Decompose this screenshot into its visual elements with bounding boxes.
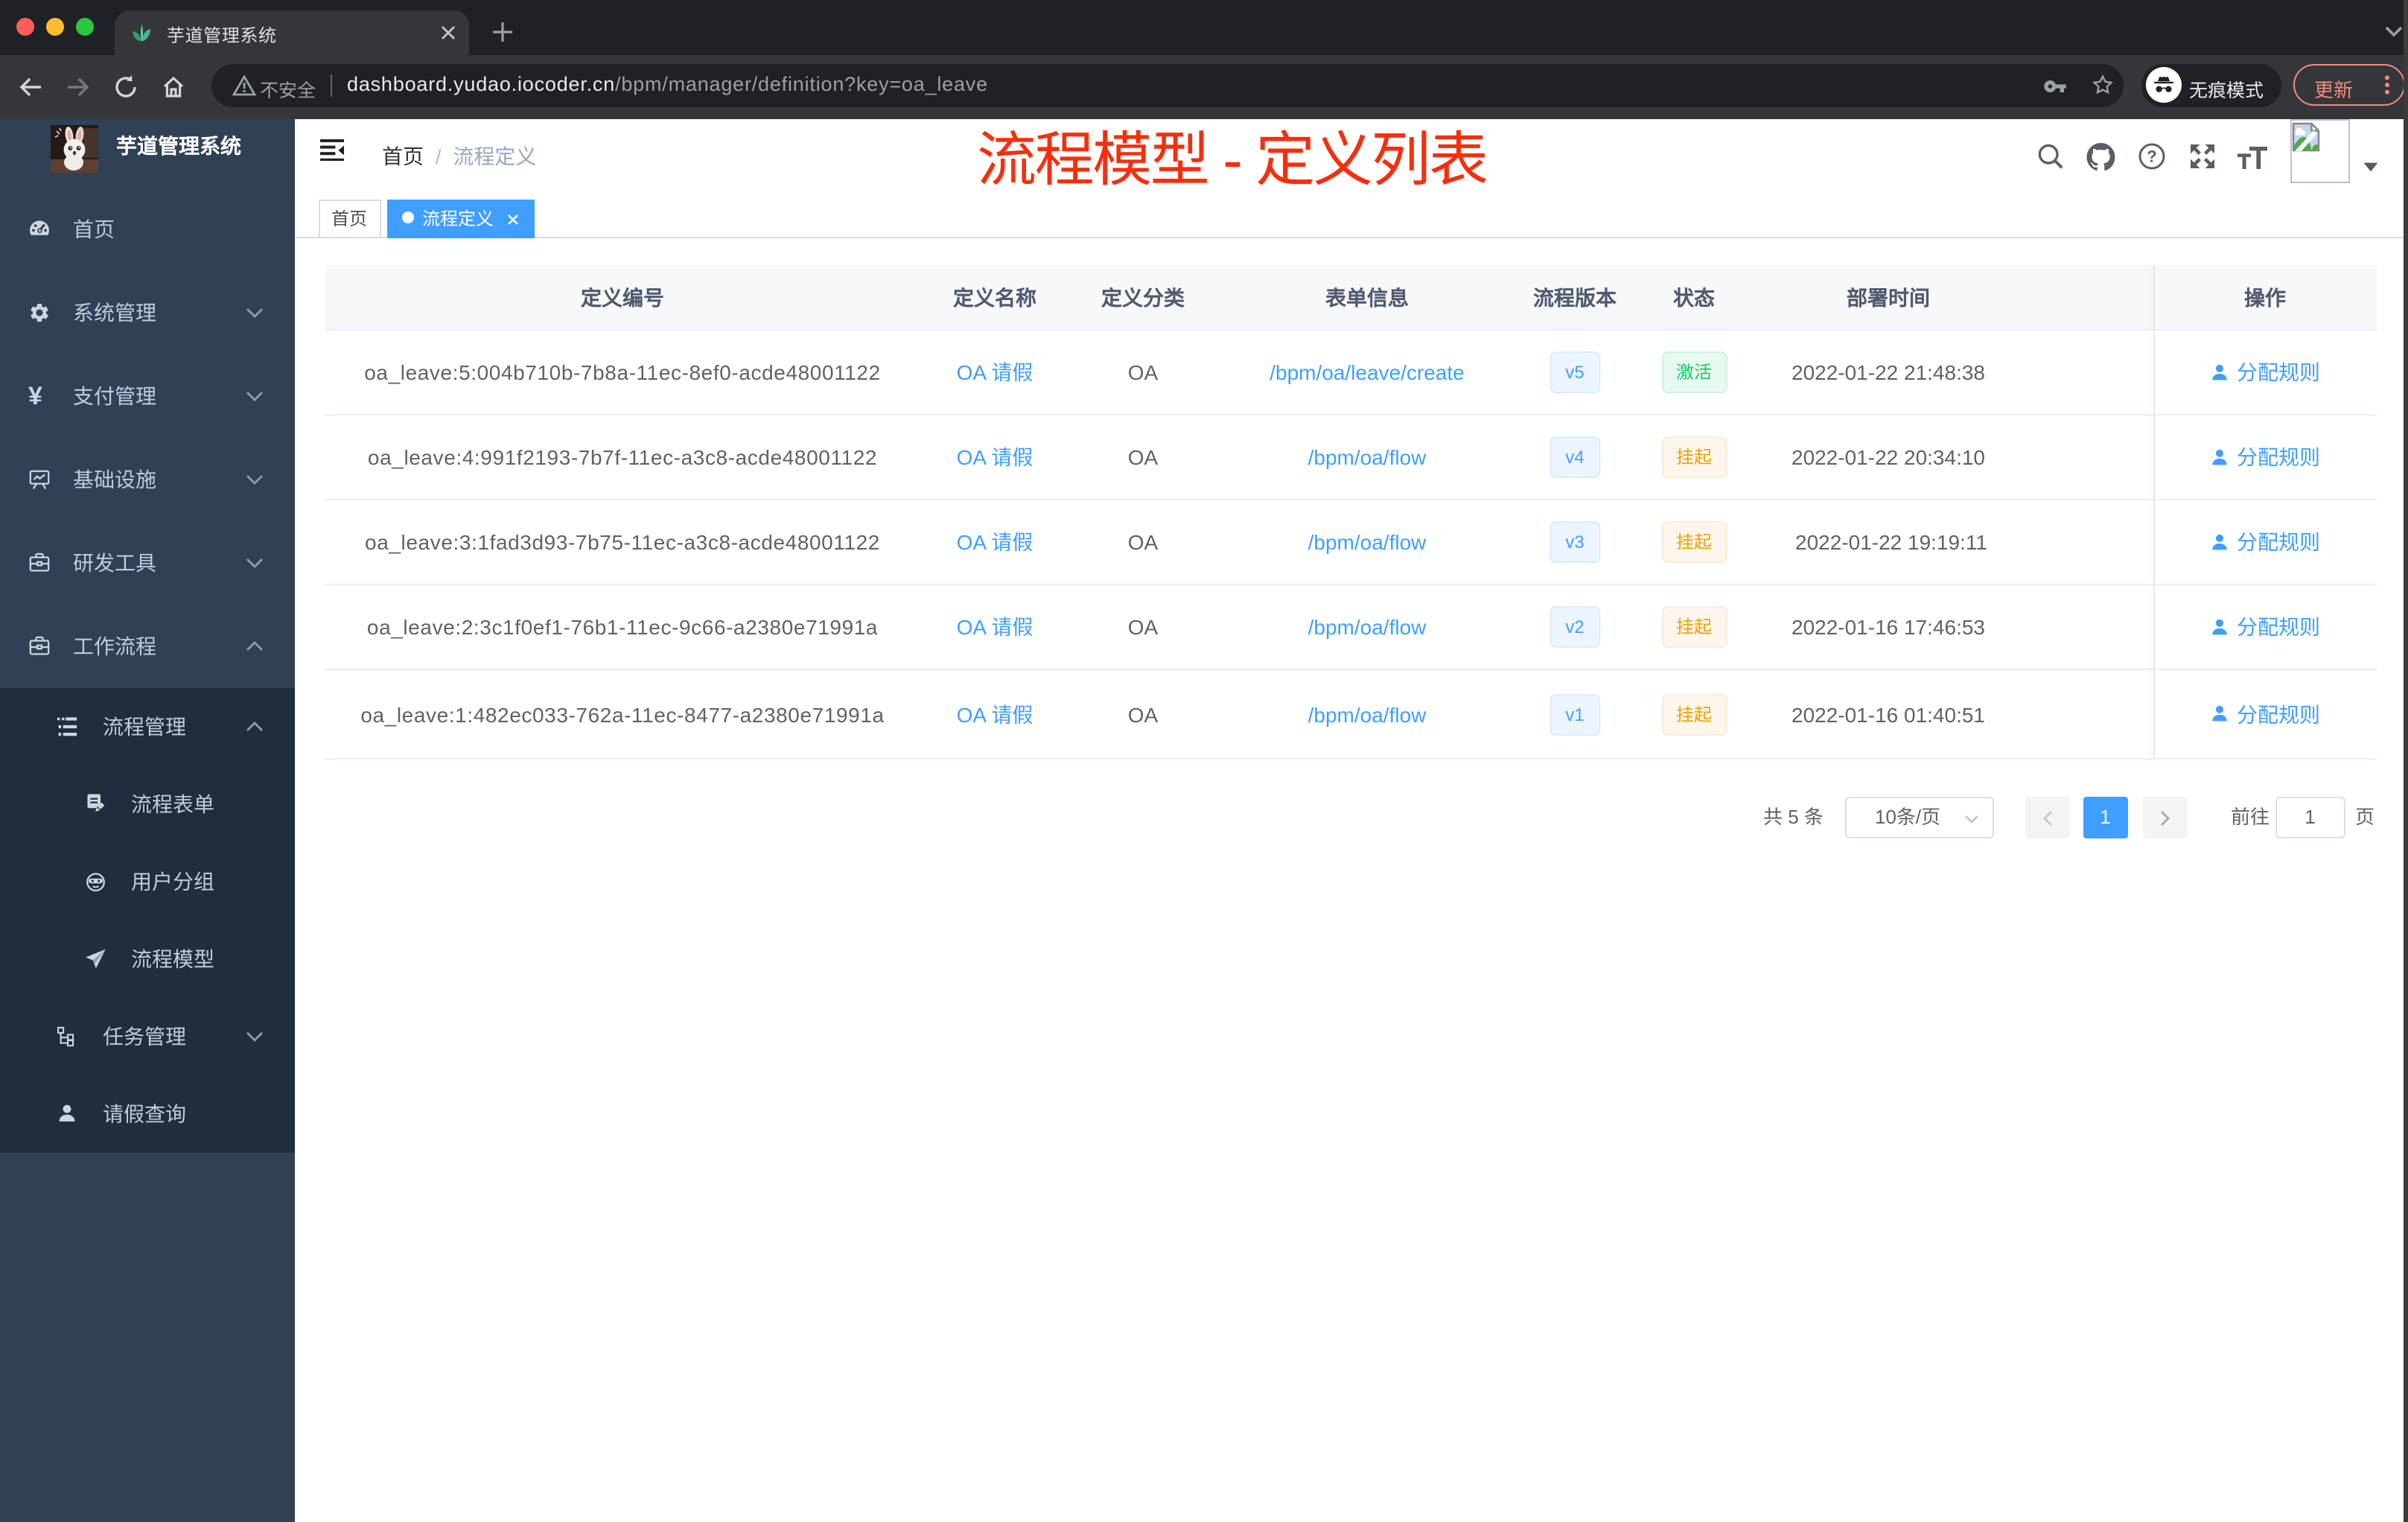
- svg-text:?: ?: [2147, 147, 2156, 166]
